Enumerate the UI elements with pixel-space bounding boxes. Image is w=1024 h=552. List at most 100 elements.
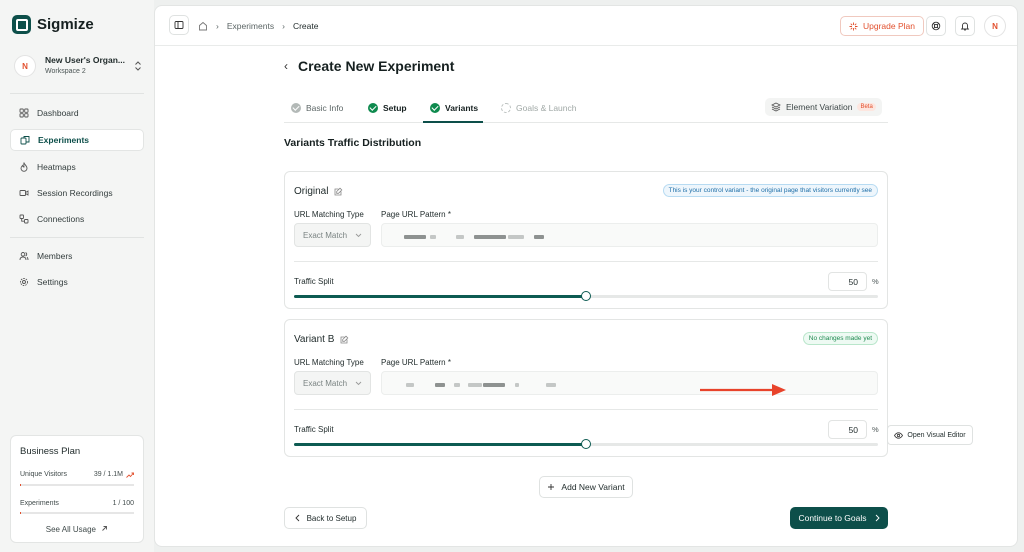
brand-name: Sigmize xyxy=(37,16,94,33)
experiments-usage-bar xyxy=(20,512,134,514)
user-avatar[interactable]: N xyxy=(984,15,1006,37)
chevron-left-icon xyxy=(294,514,299,522)
variant-name: Variant B xyxy=(294,334,335,345)
slider-thumb[interactable] xyxy=(581,439,591,449)
see-all-usage-label: See All Usage xyxy=(45,525,97,534)
org-name: New User's Organ... xyxy=(45,55,125,65)
no-changes-badge: No changes made yet xyxy=(802,332,878,345)
sidebar-toggle-icon xyxy=(174,21,184,29)
arrow-up-right-icon xyxy=(102,526,108,531)
experiments-usage-row: Experiments 1 / 100 xyxy=(20,500,134,507)
pending-circle-icon xyxy=(501,102,511,113)
plus-icon xyxy=(548,484,555,490)
url-pattern-input[interactable]: Open Visual Editor xyxy=(381,371,973,445)
sidebar-item-session-recordings[interactable]: Session Recordings xyxy=(10,182,144,204)
tab-label: Basic Info xyxy=(306,102,344,113)
org-switcher[interactable]: N New User's Organ... Workspace 2 xyxy=(14,52,142,80)
lifebuoy-icon xyxy=(931,21,941,31)
divider xyxy=(294,409,878,410)
url-pattern-input[interactable] xyxy=(381,223,878,247)
bell-icon xyxy=(960,22,970,31)
element-variation-button[interactable]: Element Variation Beta xyxy=(765,98,882,116)
step-tabs: Basic Info Setup Variants Goals & Launch… xyxy=(284,93,888,123)
sidebar: Sigmize N New User's Organ... Workspace … xyxy=(0,0,154,552)
sigmize-logo-icon xyxy=(12,15,31,34)
add-new-variant-button[interactable]: Add New Variant xyxy=(539,476,633,498)
upgrade-plan-button[interactable]: Upgrade Plan xyxy=(840,16,924,36)
variant-card-original: Original This is your control variant - … xyxy=(284,171,888,309)
url-matching-value: Exact Match xyxy=(303,378,348,388)
tab-setup[interactable]: Setup xyxy=(368,100,407,115)
upgrade-plan-label: Upgrade Plan xyxy=(863,21,915,31)
back-to-setup-button[interactable]: Back to Setup xyxy=(284,507,367,529)
trending-up-icon xyxy=(126,472,134,478)
annotation-arrow-icon xyxy=(700,384,786,396)
tab-label: Variants xyxy=(445,102,479,113)
continue-to-goals-button[interactable]: Continue to Goals xyxy=(790,507,888,529)
sidebar-item-label: Members xyxy=(37,251,73,261)
notifications-button[interactable] xyxy=(955,16,975,36)
tab-goals-launch[interactable]: Goals & Launch xyxy=(501,100,576,115)
percent-label: % xyxy=(872,277,879,286)
control-variant-badge: This is your control variant - the origi… xyxy=(662,184,878,197)
url-matching-select[interactable]: Exact Match xyxy=(294,371,371,395)
breadcrumb-current: Create xyxy=(292,21,319,31)
traffic-split-label: Traffic Split xyxy=(294,277,334,286)
unique-visitors-value: 39 / 1.1M xyxy=(93,471,123,478)
topbar: › Experiments › Create Upgrade Plan N xyxy=(155,6,1017,46)
sidebar-item-label: Dashboard xyxy=(37,108,79,118)
sidebar-item-label: Connections xyxy=(37,214,85,224)
org-avatar: N xyxy=(14,55,36,77)
breadcrumb-experiments[interactable]: Experiments xyxy=(227,21,274,31)
breadcrumb: › Experiments › Create xyxy=(198,21,318,31)
continue-to-goals-label: Continue to Goals xyxy=(798,513,867,523)
plan-card: Business Plan Unique Visitors 39 / 1.1M … xyxy=(10,435,144,543)
video-icon xyxy=(19,190,29,196)
traffic-split-input[interactable]: 50 xyxy=(828,420,867,439)
experiments-icon xyxy=(20,136,30,145)
back-chevron-icon[interactable]: ‹ xyxy=(284,59,288,73)
tab-label: Goals & Launch xyxy=(516,102,577,113)
divider xyxy=(294,261,878,262)
page-header: ‹ Create New Experiment xyxy=(284,58,454,74)
unique-visitors-bar xyxy=(20,484,134,486)
sidebar-item-label: Settings xyxy=(37,277,68,287)
experiments-usage-value: 1 / 100 xyxy=(112,500,134,507)
sidebar-item-heatmaps[interactable]: Heatmaps xyxy=(10,156,144,178)
url-matching-value: Exact Match xyxy=(303,230,348,240)
variant-name: Original xyxy=(294,186,329,197)
sidebar-item-members[interactable]: Members xyxy=(10,245,144,267)
tab-basic-info[interactable]: Basic Info xyxy=(291,100,343,115)
slider-thumb[interactable] xyxy=(581,291,591,301)
check-circle-icon xyxy=(291,102,301,113)
support-button[interactable] xyxy=(926,16,946,36)
main-panel: › Experiments › Create Upgrade Plan N ‹ … xyxy=(154,5,1018,547)
check-circle-icon xyxy=(430,102,440,113)
traffic-split-input[interactable]: 50 xyxy=(828,272,867,291)
sidebar-item-label: Session Recordings xyxy=(37,188,113,198)
sidebar-item-settings[interactable]: Settings xyxy=(10,271,144,293)
see-all-usage-link[interactable]: See All Usage xyxy=(11,525,143,534)
traffic-split-label: Traffic Split xyxy=(294,425,334,434)
users-icon xyxy=(19,252,29,261)
flame-icon xyxy=(20,162,28,172)
sidebar-item-experiments[interactable]: Experiments xyxy=(10,129,144,151)
tab-variants[interactable]: Variants xyxy=(430,100,478,115)
traffic-split-slider[interactable] xyxy=(294,439,878,449)
variant-card-b: Variant B No changes made yet URL Matchi… xyxy=(284,319,973,457)
url-matching-label: URL Matching Type xyxy=(294,358,364,367)
eye-icon xyxy=(894,431,904,439)
sidebar-toggle-button[interactable] xyxy=(169,15,189,35)
sidebar-item-label: Heatmaps xyxy=(37,162,76,172)
open-visual-editor-button[interactable]: Open Visual Editor xyxy=(887,425,973,445)
traffic-split-slider[interactable] xyxy=(294,291,878,301)
plan-title: Business Plan xyxy=(20,446,81,457)
url-matching-select[interactable]: Exact Match xyxy=(294,223,371,247)
edit-icon[interactable] xyxy=(334,187,343,196)
home-icon[interactable] xyxy=(198,21,208,31)
percent-label: % xyxy=(872,425,879,434)
brand[interactable]: Sigmize xyxy=(12,15,94,34)
sidebar-item-dashboard[interactable]: Dashboard xyxy=(10,102,144,124)
edit-icon[interactable] xyxy=(340,335,349,344)
sidebar-item-connections[interactable]: Connections xyxy=(10,208,144,230)
